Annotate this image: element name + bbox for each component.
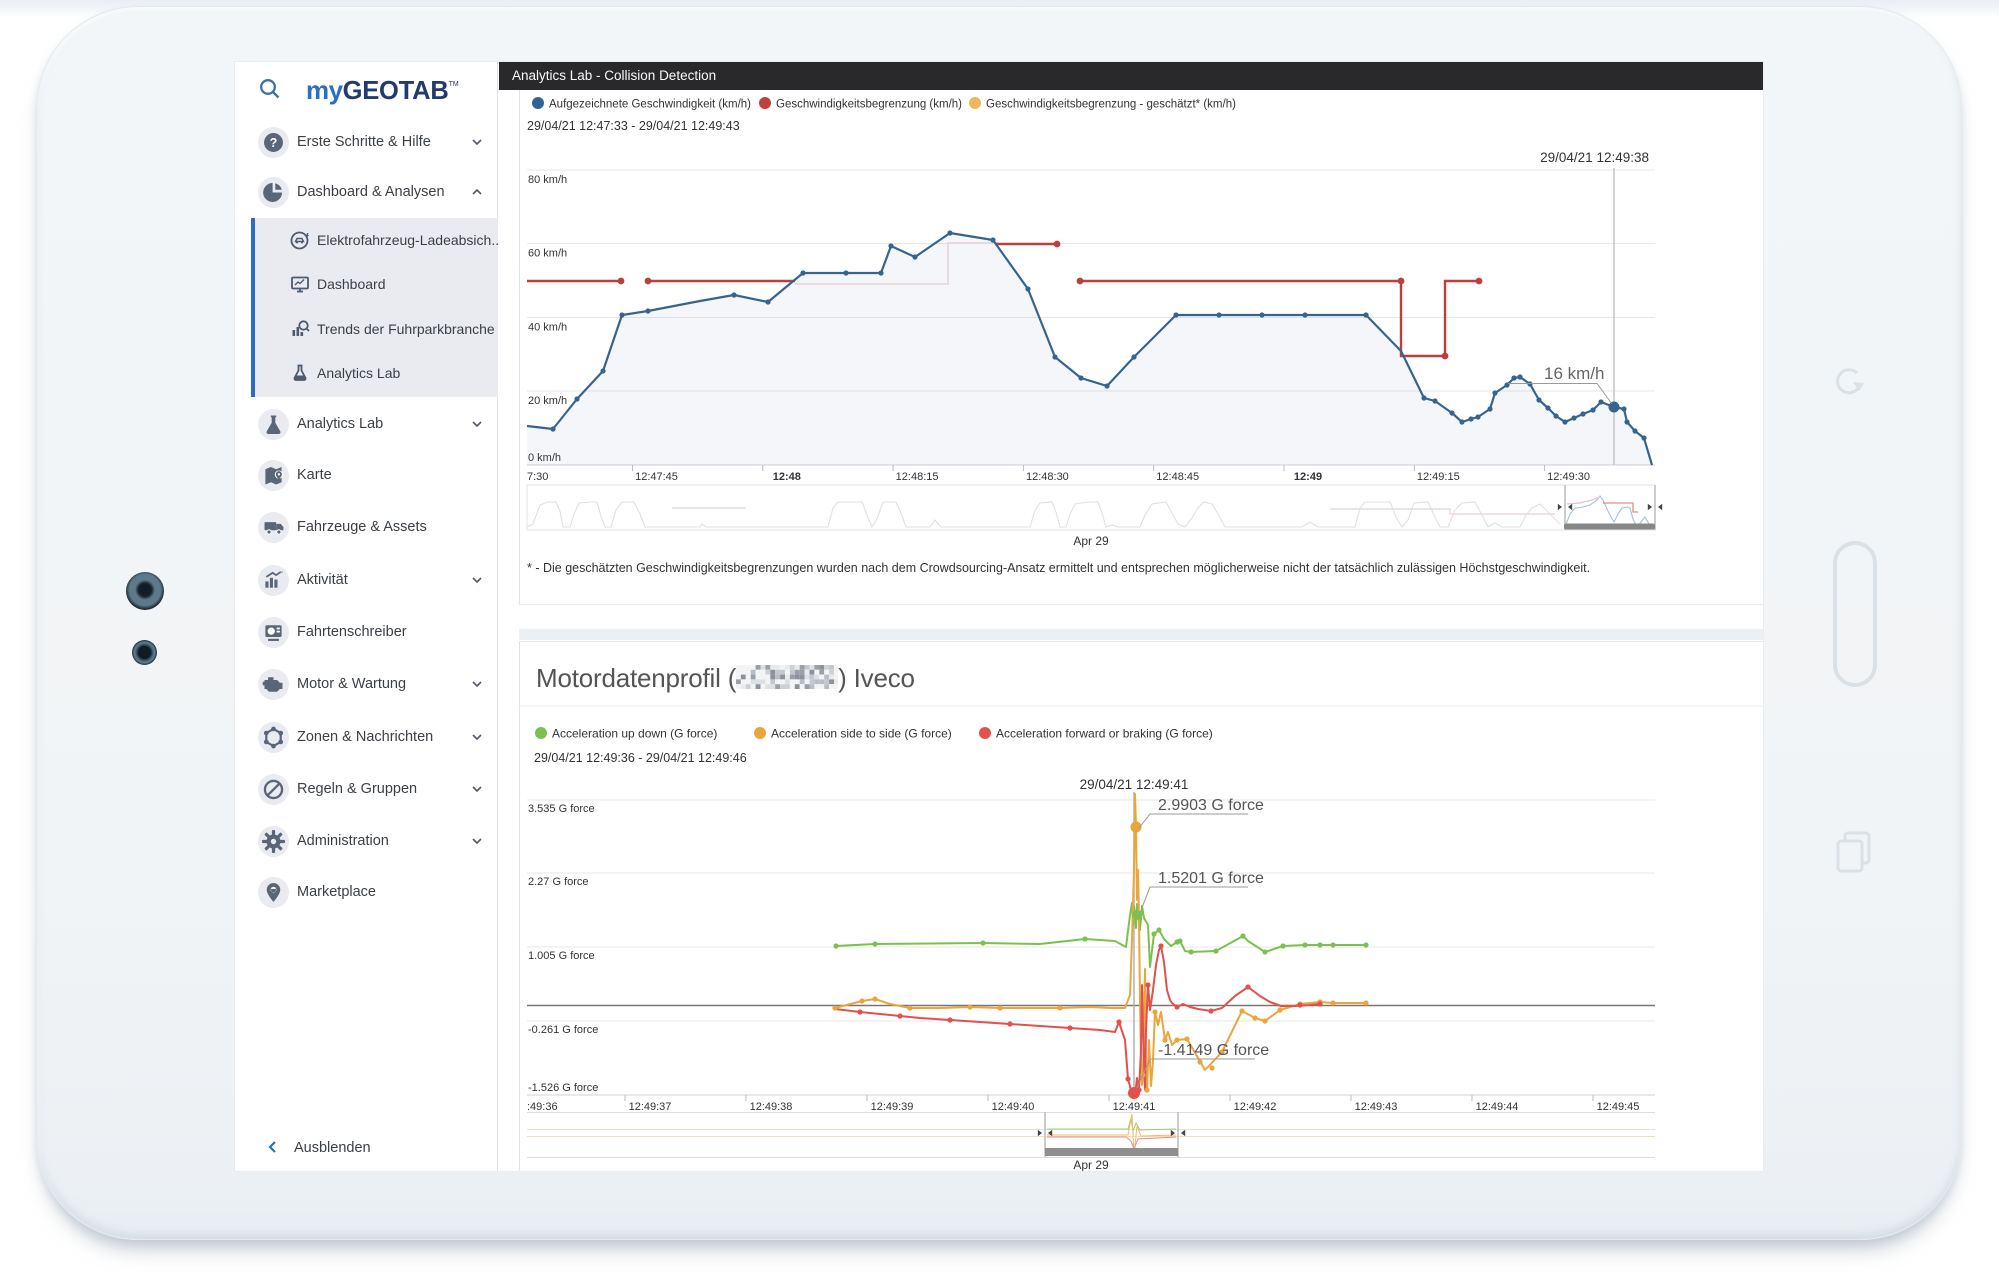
svg-text:12:48:45: 12:48:45: [1156, 471, 1199, 483]
svg-text:12:49:40: 12:49:40: [992, 1101, 1035, 1113]
svg-text:60 km/h: 60 km/h: [528, 248, 567, 260]
svg-text:Acceleration up down (G force): Acceleration up down (G force): [552, 727, 717, 741]
svg-text:Apr 29: Apr 29: [1073, 534, 1109, 548]
svg-text:Acceleration side to side (G f: Acceleration side to side (G force): [771, 727, 952, 741]
svg-text:Aufgezeichnete Geschwindigkeit: Aufgezeichnete Geschwindigkeit (km/h): [549, 99, 751, 111]
svg-text:12:49:37: 12:49:37: [629, 1101, 672, 1113]
svg-text:7:30: 7:30: [527, 471, 548, 483]
svg-text:2.9903 G force: 2.9903 G force: [1158, 797, 1264, 814]
svg-text:12:48:15: 12:48:15: [896, 471, 939, 483]
svg-text:Acceleration forward or brakin: Acceleration forward or braking (G force…: [996, 727, 1213, 741]
svg-text:12:49:44: 12:49:44: [1476, 1101, 1519, 1113]
svg-text:29/04/21 12:49:38: 29/04/21 12:49:38: [1540, 150, 1649, 165]
svg-text:12:49: 12:49: [1294, 471, 1322, 483]
svg-text:12:49:30: 12:49:30: [1547, 471, 1590, 483]
svg-text:* - Die geschätzten Geschwindi: * - Die geschätzten Geschwindigkeitsbegr…: [527, 561, 1590, 575]
svg-text:20 km/h: 20 km/h: [528, 395, 567, 407]
svg-text:12:49:15: 12:49:15: [1417, 471, 1460, 483]
svg-text:-1.526 G force: -1.526 G force: [528, 1082, 598, 1094]
svg-text:29/04/21 12:49:36 - 29/04/21 1: 29/04/21 12:49:36 - 29/04/21 12:49:46: [534, 751, 747, 765]
svg-text:1.005 G force: 1.005 G force: [528, 950, 595, 962]
svg-text:1.5201 G force: 1.5201 G force: [1158, 870, 1264, 887]
svg-text:?: ?: [270, 136, 278, 150]
svg-text:Apr 29: Apr 29: [1073, 1158, 1109, 1171]
svg-text:12:48: 12:48: [773, 471, 801, 483]
svg-text:12:49:41: 12:49:41: [1113, 1101, 1156, 1113]
svg-text:80 km/h: 80 km/h: [528, 174, 567, 186]
svg-text:Geschwindigkeitsbegrenzung (km: Geschwindigkeitsbegrenzung (km/h): [776, 99, 962, 111]
svg-text:-0.261 G force: -0.261 G force: [528, 1024, 598, 1036]
svg-text::49:36: :49:36: [527, 1101, 558, 1113]
svg-text:12:48:30: 12:48:30: [1026, 471, 1069, 483]
svg-text:12:47:45: 12:47:45: [635, 471, 678, 483]
svg-text:2.27 G force: 2.27 G force: [528, 876, 589, 888]
svg-text:12:49:45: 12:49:45: [1597, 1101, 1640, 1113]
svg-text:12:49:42: 12:49:42: [1234, 1101, 1277, 1113]
svg-text:29/04/21 12:49:41: 29/04/21 12:49:41: [1080, 777, 1189, 792]
svg-text:3.535 G force: 3.535 G force: [528, 803, 595, 815]
svg-text:Geschwindigkeitsbegrenzung - g: Geschwindigkeitsbegrenzung - geschätzt* …: [986, 99, 1236, 111]
svg-text:16 km/h: 16 km/h: [1544, 364, 1604, 383]
svg-text:12:49:39: 12:49:39: [871, 1101, 914, 1113]
svg-text:12:49:38: 12:49:38: [750, 1101, 793, 1113]
svg-text:-1.4149 G force: -1.4149 G force: [1158, 1042, 1269, 1059]
svg-text:12:49:43: 12:49:43: [1355, 1101, 1398, 1113]
svg-text:29/04/21 12:47:33 - 29/04/21 1: 29/04/21 12:47:33 - 29/04/21 12:49:43: [527, 119, 740, 133]
svg-text:40 km/h: 40 km/h: [528, 322, 567, 334]
